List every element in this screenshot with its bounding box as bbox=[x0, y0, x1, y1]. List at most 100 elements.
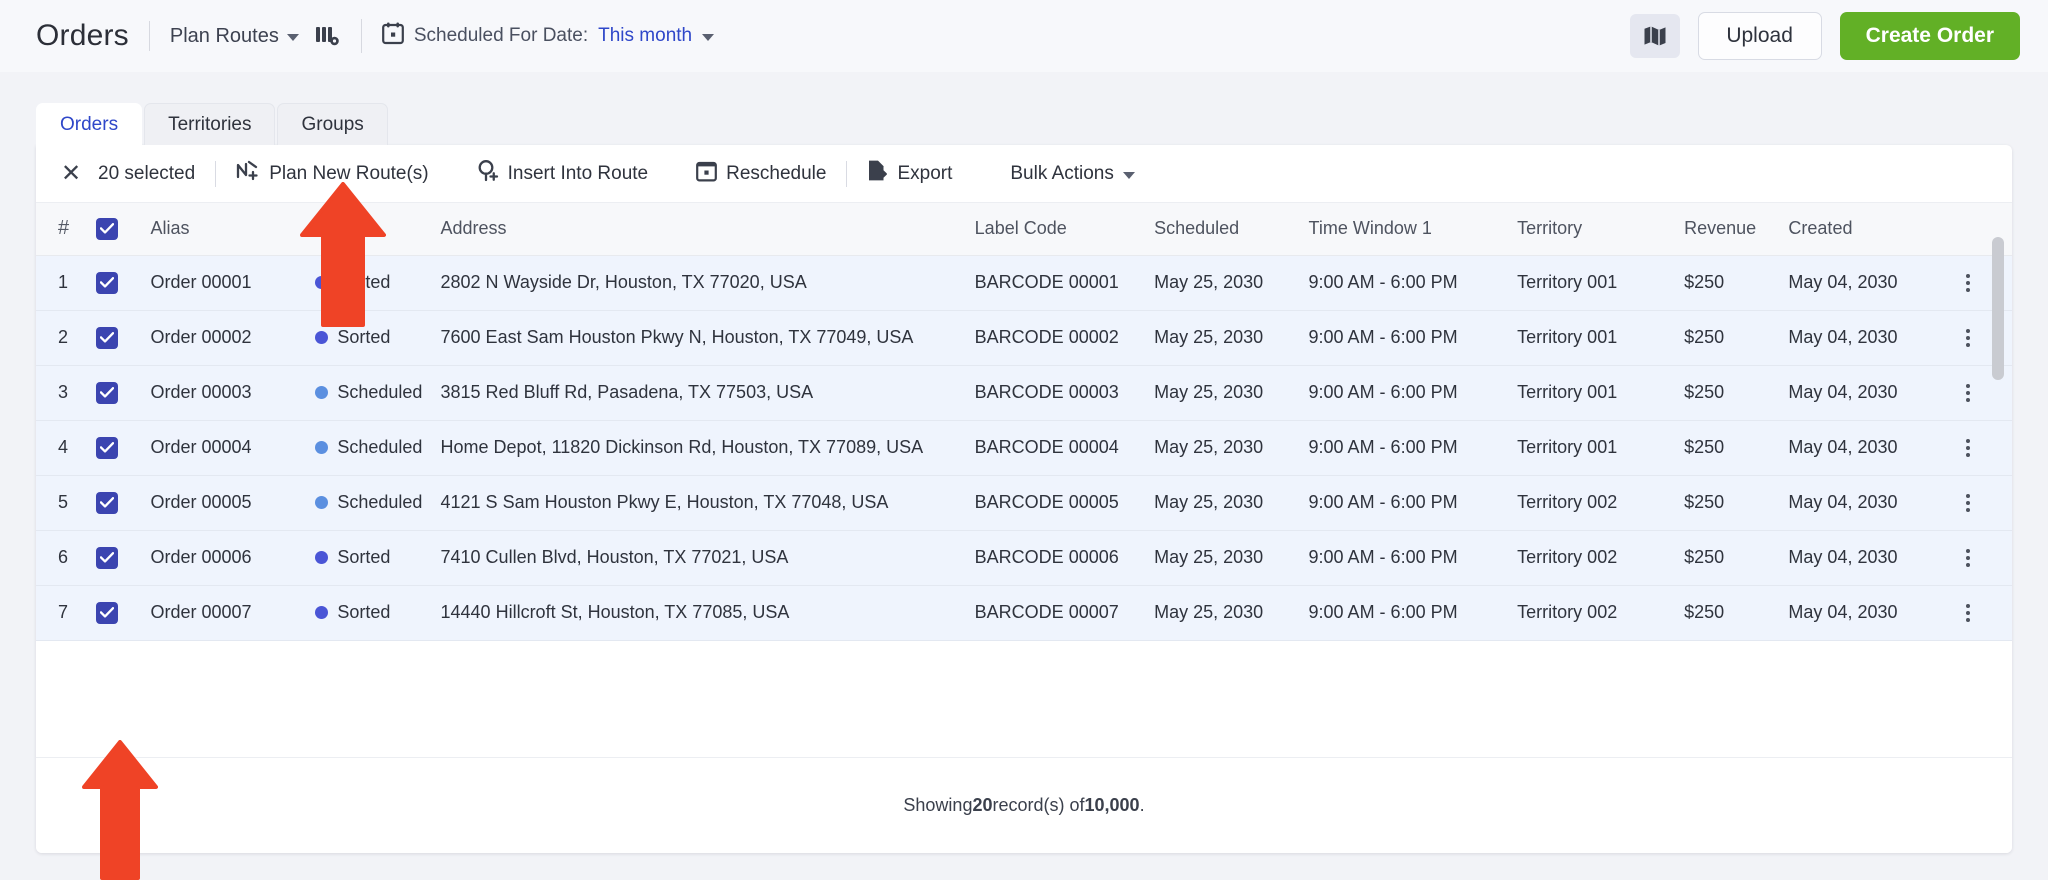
header-actions: Upload Create Order bbox=[1629, 0, 2020, 72]
cell-revenue: $250 bbox=[1678, 255, 1783, 311]
close-icon[interactable]: ✕ bbox=[58, 161, 84, 186]
calendar-icon bbox=[696, 160, 718, 188]
row-checkbox[interactable] bbox=[96, 546, 119, 569]
create-order-button[interactable]: Create Order bbox=[1839, 12, 2020, 60]
footer-total-count: 10,000 bbox=[1084, 795, 1140, 815]
table-row[interactable]: 5 Order 00005 Scheduled 4121 S Sam Houston … bbox=[36, 475, 2012, 531]
table-row[interactable]: 4 Order 00004 Scheduled Home Depot, 11820 D… bbox=[36, 420, 2012, 476]
row-menu-icon[interactable] bbox=[1955, 438, 1981, 457]
arrow-pointing-plan-new-routes bbox=[300, 182, 386, 327]
row-checkbox[interactable] bbox=[96, 271, 119, 294]
export-button[interactable]: Export bbox=[867, 159, 952, 188]
row-checkbox[interactable] bbox=[96, 436, 119, 459]
col-header-alias[interactable]: Alias bbox=[144, 203, 310, 256]
status-badge: Sorted bbox=[315, 586, 428, 640]
table-vertical-scrollbar-thumb[interactable] bbox=[1992, 237, 2004, 380]
cell-created: May 04, 2030 bbox=[1782, 530, 1950, 586]
row-select-cell[interactable] bbox=[90, 420, 145, 476]
col-header-scheduled[interactable]: Scheduled bbox=[1148, 203, 1303, 256]
row-checkbox[interactable] bbox=[96, 381, 119, 404]
cell-address: 3815 Red Bluff Rd, Pasadena, TX 77503, U… bbox=[434, 365, 969, 421]
tab-territories-label: Territories bbox=[168, 113, 252, 135]
col-header-time-window[interactable]: Time Window 1 bbox=[1302, 203, 1512, 256]
row-select-cell[interactable] bbox=[90, 530, 145, 586]
cell-alias[interactable]: Order 00002 bbox=[144, 310, 310, 366]
cell-alias[interactable]: Order 00007 bbox=[144, 585, 310, 641]
col-header-address[interactable]: Address bbox=[434, 203, 969, 256]
col-header-created[interactable]: Created bbox=[1782, 203, 1950, 256]
cell-alias[interactable]: Order 00006 bbox=[144, 530, 310, 586]
select-all-checkbox[interactable] bbox=[96, 217, 119, 240]
cell-time-window: 9:00 AM - 6:00 PM bbox=[1302, 310, 1512, 366]
col-header-label-code[interactable]: Label Code bbox=[968, 203, 1149, 256]
cell-alias[interactable]: Order 00001 bbox=[144, 255, 310, 311]
status-badge: Sorted bbox=[315, 531, 428, 585]
cell-label-code: BARCODE 00006 bbox=[968, 530, 1149, 586]
row-checkbox[interactable] bbox=[96, 601, 119, 624]
tab-territories[interactable]: Territories bbox=[144, 103, 276, 145]
row-checkbox[interactable] bbox=[96, 326, 119, 349]
tab-orders[interactable]: Orders bbox=[36, 103, 143, 145]
cell-created: May 04, 2030 bbox=[1782, 420, 1950, 476]
cell-address: Home Depot, 11820 Dickinson Rd, Houston,… bbox=[434, 420, 969, 476]
plan-routes-dropdown[interactable]: Plan Routes bbox=[170, 25, 299, 48]
cell-created: May 04, 2030 bbox=[1782, 255, 1950, 311]
row-number: 2 bbox=[36, 310, 91, 366]
tab-bar: Orders Territories Groups bbox=[36, 103, 388, 145]
reschedule-button[interactable]: Reschedule bbox=[696, 160, 826, 188]
arrow-pointing-row-checkbox bbox=[82, 740, 158, 880]
row-select-cell[interactable] bbox=[90, 585, 145, 641]
cell-revenue: $250 bbox=[1678, 585, 1783, 641]
cell-status: Scheduled bbox=[309, 420, 435, 476]
cell-created: May 04, 2030 bbox=[1782, 365, 1950, 421]
row-menu-icon[interactable] bbox=[1955, 383, 1981, 402]
insert-into-route-button[interactable]: Insert Into Route bbox=[477, 159, 648, 188]
cell-scheduled: May 25, 2030 bbox=[1148, 365, 1303, 421]
col-header-number[interactable]: # bbox=[36, 203, 91, 256]
row-menu-icon[interactable] bbox=[1955, 328, 1981, 347]
cell-alias[interactable]: Order 00005 bbox=[144, 475, 310, 531]
columns-settings-icon[interactable] bbox=[315, 24, 341, 48]
upload-button[interactable]: Upload bbox=[1697, 12, 1822, 60]
scheduled-for-date-filter[interactable]: Scheduled For Date: This month bbox=[381, 22, 715, 51]
divider bbox=[148, 21, 150, 51]
cell-scheduled: May 25, 2030 bbox=[1148, 420, 1303, 476]
row-menu-icon[interactable] bbox=[1955, 548, 1981, 567]
row-menu-icon[interactable] bbox=[1955, 493, 1981, 512]
top-header-bar: Orders Plan Routes Scheduled For Date: T… bbox=[0, 0, 2048, 72]
col-header-select-all[interactable] bbox=[90, 203, 145, 256]
reschedule-label: Reschedule bbox=[726, 162, 827, 184]
col-header-revenue[interactable]: Revenue bbox=[1678, 203, 1783, 256]
table-row[interactable]: 7 Order 00007 Sorted 14440 Hillcroft St, Ho… bbox=[36, 585, 2012, 641]
cell-label-code: BARCODE 00001 bbox=[968, 255, 1149, 311]
table-row[interactable]: 6 Order 00006 Sorted 7410 Cullen Blvd, Hous… bbox=[36, 530, 2012, 586]
status-dot bbox=[315, 551, 329, 564]
cell-alias[interactable]: Order 00003 bbox=[144, 365, 310, 421]
cell-address: 4121 S Sam Houston Pkwy E, Houston, TX 7… bbox=[434, 475, 969, 531]
row-menu-icon[interactable] bbox=[1955, 273, 1981, 292]
cell-status: Scheduled bbox=[309, 365, 435, 421]
row-select-cell[interactable] bbox=[90, 310, 145, 366]
cell-address: 7600 East Sam Houston Pkwy N, Houston, T… bbox=[434, 310, 969, 366]
row-menu-icon[interactable] bbox=[1955, 603, 1981, 622]
row-select-cell[interactable] bbox=[90, 365, 145, 421]
calendar-icon bbox=[381, 22, 404, 51]
cell-territory: Territory 002 bbox=[1511, 475, 1679, 531]
bulk-actions-dropdown[interactable]: Bulk Actions bbox=[1010, 163, 1135, 185]
col-header-territory[interactable]: Territory bbox=[1511, 203, 1679, 256]
tab-groups[interactable]: Groups bbox=[277, 103, 388, 145]
map-icon-button[interactable] bbox=[1629, 14, 1680, 58]
cell-scheduled: May 25, 2030 bbox=[1148, 310, 1303, 366]
hash-icon: # bbox=[58, 217, 70, 240]
cell-alias[interactable]: Order 00004 bbox=[144, 420, 310, 476]
row-select-cell[interactable] bbox=[90, 255, 145, 311]
scheduled-for-date-value[interactable]: This month bbox=[598, 25, 692, 47]
table-row[interactable]: 3 Order 00003 Scheduled 3815 Red Bluff Rd, … bbox=[36, 365, 2012, 421]
row-checkbox[interactable] bbox=[96, 491, 119, 514]
map-icon bbox=[1644, 26, 1666, 46]
scheduled-for-date-label: Scheduled For Date: bbox=[413, 25, 589, 46]
route-plus-icon bbox=[236, 159, 260, 188]
cell-scheduled: May 25, 2030 bbox=[1148, 585, 1303, 641]
row-select-cell[interactable] bbox=[90, 475, 145, 531]
status-dot bbox=[315, 386, 329, 399]
